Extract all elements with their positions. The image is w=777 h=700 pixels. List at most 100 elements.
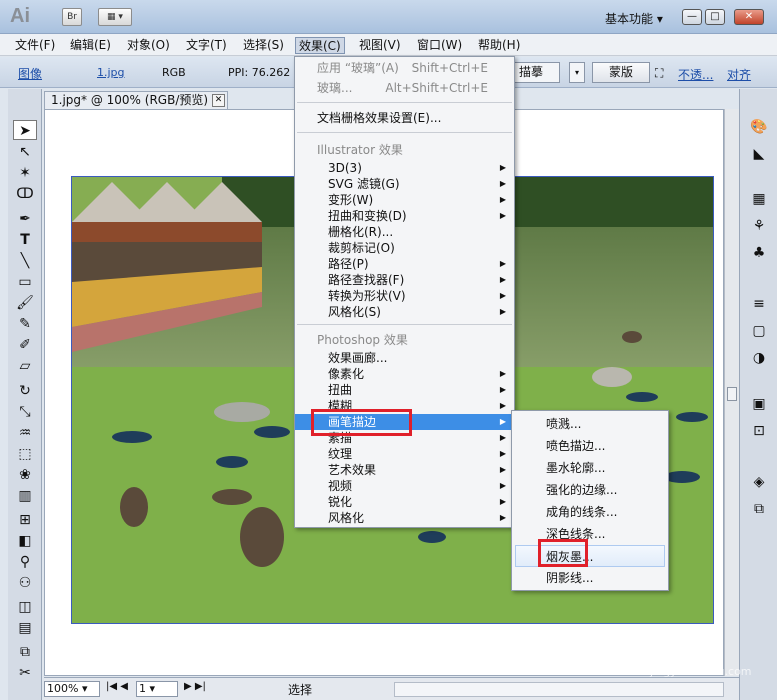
- stroke-panel-icon[interactable]: ≡: [747, 294, 771, 314]
- column-graph-icon[interactable]: ▤: [13, 618, 37, 638]
- effect-crop-marks-item[interactable]: 裁剪标记(O): [295, 240, 514, 256]
- bridge-button[interactable]: Br: [62, 8, 82, 26]
- status-bar: 100% ▾ |◀ ◀ 1 ▾ ▶ ▶| 选择: [44, 677, 739, 700]
- symbols-panel-icon[interactable]: ♣: [747, 243, 771, 263]
- first-artboard-button[interactable]: |◀ ◀: [106, 681, 128, 692]
- artboards-panel-icon[interactable]: ⧉: [747, 499, 771, 519]
- effect-convert-shape-item[interactable]: 转换为形状(V) ▶: [295, 288, 514, 304]
- workspace-switcher[interactable]: 基本功能 ▾: [605, 10, 663, 27]
- document-raster-settings-item[interactable]: 文档栅格效果设置(E)...: [295, 110, 514, 126]
- eraser-icon[interactable]: ▱: [13, 356, 37, 376]
- free-transform-icon[interactable]: ⬚: [13, 444, 37, 464]
- pencil-icon[interactable]: ✎: [13, 314, 37, 334]
- trace-button[interactable]: 描摹: [514, 62, 560, 83]
- direct-selection-icon[interactable]: ↖: [13, 142, 37, 162]
- effect-stylize-ps-item[interactable]: 风格化 ▶: [295, 510, 514, 526]
- rotate-tool-icon[interactable]: ↻: [13, 381, 37, 401]
- item-label: 扭曲和变换(D): [328, 209, 407, 223]
- menu-effect[interactable]: 效果(C): [295, 37, 345, 54]
- slice-tool-icon[interactable]: ◫: [13, 597, 37, 617]
- close-tab-icon[interactable]: ✕: [212, 94, 225, 107]
- lasso-icon[interactable]: ↀ: [13, 184, 37, 204]
- gradient-panel-icon[interactable]: ▢: [747, 321, 771, 341]
- warp-tool-icon[interactable]: ♒: [13, 423, 37, 443]
- object-type-link[interactable]: 图像: [18, 65, 42, 82]
- last-effect-item[interactable]: 玻璃... Alt+Shift+Ctrl+E: [295, 80, 514, 96]
- effect-svg-filters-item[interactable]: SVG 滤镜(G) ▶: [295, 176, 514, 192]
- line-tool-icon[interactable]: ╲: [13, 251, 37, 271]
- brushes-panel-icon[interactable]: ⚘: [747, 216, 771, 236]
- gradient-tool-icon[interactable]: ◧: [13, 531, 37, 551]
- rectangle-tool-icon[interactable]: ▭: [13, 272, 37, 292]
- effect-rasterize-item[interactable]: 栅格化(R)...: [295, 224, 514, 240]
- document-tab[interactable]: 1.jpg* @ 100% (RGB/预览) ✕: [44, 91, 228, 109]
- align-link[interactable]: 对齐: [727, 66, 751, 83]
- type-tool-icon[interactable]: T: [13, 230, 37, 250]
- graph-tool-icon[interactable]: ▥: [13, 486, 37, 506]
- arrange-documents-button[interactable]: ▦ ▾: [98, 8, 132, 26]
- zoom-select[interactable]: 100% ▾: [44, 681, 100, 697]
- effect-distort-transform-item[interactable]: 扭曲和变换(D) ▶: [295, 208, 514, 224]
- minimize-button[interactable]: —: [682, 9, 702, 25]
- mask-button[interactable]: 蒙版: [592, 62, 650, 83]
- layers-panel-icon[interactable]: ◈: [747, 472, 771, 492]
- submenu-spatter-item[interactable]: 喷溅...: [512, 413, 668, 435]
- close-window-button[interactable]: ✕: [734, 9, 764, 25]
- submenu-ink-outlines-item[interactable]: 墨水轮廓...: [512, 457, 668, 479]
- effect-path-item[interactable]: 路径(P) ▶: [295, 256, 514, 272]
- effect-distort-item[interactable]: 扭曲 ▶: [295, 382, 514, 398]
- graphic-styles-icon[interactable]: ⊡: [747, 421, 771, 441]
- menu-type[interactable]: 文字(T): [183, 37, 230, 54]
- maximize-button[interactable]: □: [705, 9, 725, 25]
- submenu-accented-edges-item[interactable]: 强化的边缘...: [512, 479, 668, 501]
- scroll-thumb[interactable]: [727, 387, 737, 401]
- effect-pathfinder-item[interactable]: 路径查找器(F) ▶: [295, 272, 514, 288]
- blob-brush-icon[interactable]: ✐: [13, 335, 37, 355]
- menu-view[interactable]: 视图(V): [356, 37, 404, 54]
- submenu-crosshatch-item[interactable]: 阴影线...: [512, 567, 668, 589]
- pen-tool-icon[interactable]: ✒: [13, 209, 37, 229]
- menu-window[interactable]: 窗口(W): [414, 37, 465, 54]
- opacity-link[interactable]: 不透...: [678, 66, 713, 83]
- menu-file[interactable]: 文件(F): [12, 37, 58, 54]
- horizontal-scrollbar[interactable]: [394, 682, 724, 697]
- blend-tool-icon[interactable]: ⚇: [13, 573, 37, 593]
- transform-icon[interactable]: ⛶: [655, 66, 663, 81]
- effect-video-item[interactable]: 视频 ▶: [295, 478, 514, 494]
- eyedropper-icon[interactable]: ⚲: [13, 552, 37, 572]
- effect-gallery-item[interactable]: 效果画廊...: [295, 350, 514, 366]
- scissors-icon[interactable]: ✂: [13, 663, 37, 683]
- vertical-scrollbar[interactable]: [724, 109, 739, 676]
- transparency-panel-icon[interactable]: ◑: [747, 348, 771, 368]
- effect-stylize-ai-item[interactable]: 风格化(S) ▶: [295, 304, 514, 320]
- effect-3d-item[interactable]: 3D(3) ▶: [295, 160, 514, 176]
- scale-tool-icon[interactable]: ⤡: [13, 402, 37, 422]
- file-link[interactable]: 1.jpg: [97, 66, 125, 79]
- menu-object[interactable]: 对象(O): [124, 37, 173, 54]
- magic-wand-icon[interactable]: ✶: [13, 163, 37, 183]
- effect-artistic-item[interactable]: 艺术效果 ▶: [295, 462, 514, 478]
- trace-preset-dropdown[interactable]: ▾: [569, 62, 585, 83]
- symbol-sprayer-icon[interactable]: ❀: [13, 465, 37, 485]
- effect-texture-item[interactable]: 纹理 ▶: [295, 446, 514, 462]
- color-panel-icon[interactable]: 🎨: [747, 117, 771, 137]
- swatches-panel-icon[interactable]: ▦: [747, 189, 771, 209]
- effect-pixelate-item[interactable]: 像素化 ▶: [295, 366, 514, 382]
- appearance-panel-icon[interactable]: ▣: [747, 394, 771, 414]
- menu-edit[interactable]: 编辑(E): [67, 37, 114, 54]
- submenu-sprayed-strokes-item[interactable]: 喷色描边...: [512, 435, 668, 457]
- submenu-angled-strokes-item[interactable]: 成角的线条...: [512, 501, 668, 523]
- submenu-dark-strokes-item[interactable]: 深色线条...: [512, 523, 668, 545]
- artboard-select[interactable]: 1 ▾: [136, 681, 178, 697]
- mesh-tool-icon[interactable]: ⊞: [13, 510, 37, 530]
- menu-help[interactable]: 帮助(H): [475, 37, 523, 54]
- selection-tool-icon[interactable]: ➤: [13, 120, 37, 140]
- effect-sharpen-item[interactable]: 锐化 ▶: [295, 494, 514, 510]
- menu-select[interactable]: 选择(S): [240, 37, 287, 54]
- artboard-tool-icon[interactable]: ⧉: [13, 642, 37, 662]
- apply-last-effect-item[interactable]: 应用 “玻璃”(A) Shift+Ctrl+E: [295, 60, 514, 76]
- paintbrush-icon[interactable]: 🖌: [13, 293, 37, 313]
- next-artboard-button[interactable]: ▶ ▶|: [184, 681, 206, 692]
- color-guide-icon[interactable]: ◣: [747, 144, 771, 164]
- effect-warp-item[interactable]: 变形(W) ▶: [295, 192, 514, 208]
